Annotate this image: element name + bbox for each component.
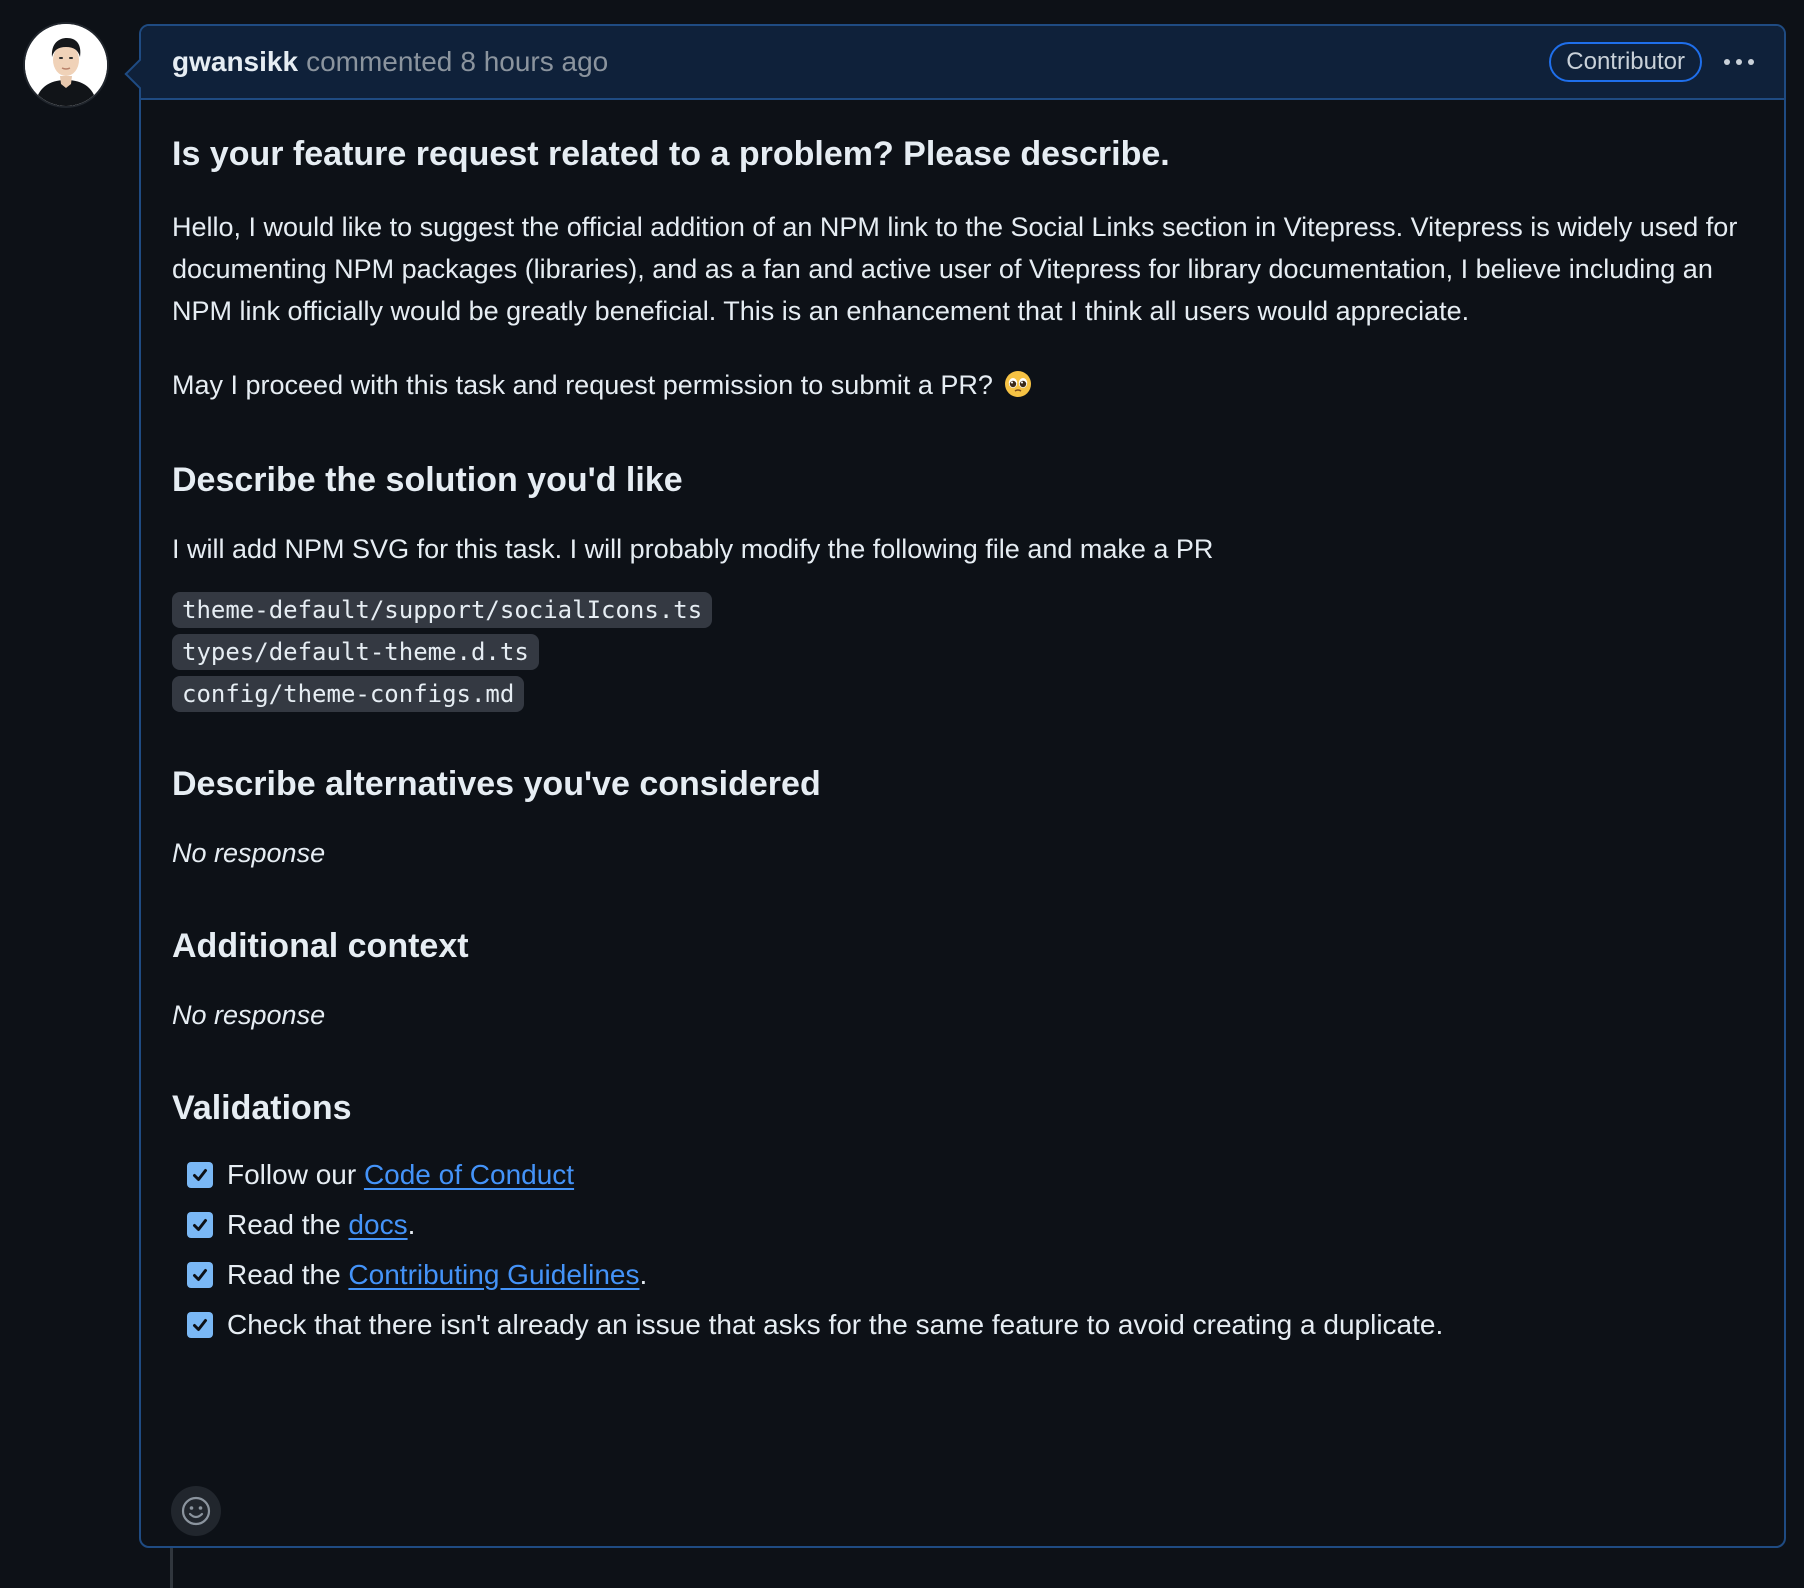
comment-body: Is your feature request related to a pro… xyxy=(141,100,1784,1350)
task-checkbox[interactable] xyxy=(187,1312,213,1338)
alternatives-response: No response xyxy=(172,838,326,868)
context-response: No response xyxy=(172,1000,326,1030)
file-list: theme-default/support/socialIcons.ts typ… xyxy=(172,592,1753,712)
task-item: Follow our Code of Conduct xyxy=(187,1150,1753,1200)
solution-text: I will add NPM SVG for this task. I will… xyxy=(172,534,1214,564)
kebab-dot xyxy=(1736,59,1742,65)
kebab-dot xyxy=(1724,59,1730,65)
context-heading: Additional context xyxy=(172,927,469,965)
solution-heading: Describe the solution you'd like xyxy=(172,461,683,499)
header-actions: Contributor xyxy=(1549,42,1754,82)
checkmark-icon xyxy=(193,1219,207,1231)
task-suffix: . xyxy=(407,1209,416,1240)
comment-action: commented xyxy=(306,46,453,77)
task-item: Read the docs. xyxy=(187,1200,1753,1250)
checkmark-icon xyxy=(193,1169,207,1181)
contributing-guidelines-link[interactable]: Contributing Guidelines xyxy=(348,1250,639,1300)
comment-header: gwansikk commented 8 hours ago Contribut… xyxy=(141,26,1784,100)
task-checkbox[interactable] xyxy=(187,1212,213,1238)
file-path-code: theme-default/support/socialIcons.ts xyxy=(172,592,713,628)
task-item: Read the Contributing Guidelines. xyxy=(187,1250,1753,1300)
problem-question: May I proceed with this task and request… xyxy=(172,370,993,400)
comment-timestamp[interactable]: 8 hours ago xyxy=(460,46,608,78)
task-text: Read the xyxy=(227,1209,349,1240)
pleading-face-emoji xyxy=(1004,368,1032,410)
problem-heading: Is your feature request related to a pro… xyxy=(172,135,1170,173)
task-text: Read the xyxy=(227,1259,349,1290)
checkmark-icon xyxy=(193,1269,207,1281)
timeline-connector xyxy=(170,1548,173,1588)
file-path-code: config/theme-configs.md xyxy=(172,676,525,712)
avatar-portrait-icon xyxy=(25,24,107,106)
task-suffix: . xyxy=(639,1259,648,1290)
task-text: Check that there isn't already an issue … xyxy=(227,1309,1444,1340)
task-checkbox[interactable] xyxy=(187,1162,213,1188)
issue-comment: gwansikk commented 8 hours ago Contribut… xyxy=(124,24,1786,1548)
task-checkbox[interactable] xyxy=(187,1262,213,1288)
code-of-conduct-link[interactable]: Code of Conduct xyxy=(364,1150,574,1200)
add-reaction-button[interactable] xyxy=(171,1486,221,1536)
docs-link[interactable]: docs xyxy=(348,1200,407,1250)
context-text: No response xyxy=(172,994,1753,1036)
author-avatar[interactable] xyxy=(25,24,107,106)
task-text: Follow our xyxy=(227,1159,364,1190)
validations-task-list: Follow our Code of Conduct Read the docs… xyxy=(172,1150,1753,1350)
problem-question-paragraph: May I proceed with this task and request… xyxy=(172,364,1753,410)
kebab-dot xyxy=(1748,59,1754,65)
author-link[interactable]: gwansikk xyxy=(172,46,298,78)
problem-text: Hello, I would like to suggest the offic… xyxy=(172,212,1738,326)
smiley-icon xyxy=(181,1496,211,1526)
validations-heading: Validations xyxy=(172,1089,352,1127)
kebab-horizontal-icon[interactable] xyxy=(1724,53,1754,71)
contributor-badge: Contributor xyxy=(1549,42,1702,82)
alternatives-heading: Describe alternatives you've considered xyxy=(172,765,821,803)
file-path-code: types/default-theme.d.ts xyxy=(172,634,539,670)
alternatives-text: No response xyxy=(172,832,1753,874)
task-item: Check that there isn't already an issue … xyxy=(187,1300,1753,1350)
checkmark-icon xyxy=(193,1319,207,1331)
